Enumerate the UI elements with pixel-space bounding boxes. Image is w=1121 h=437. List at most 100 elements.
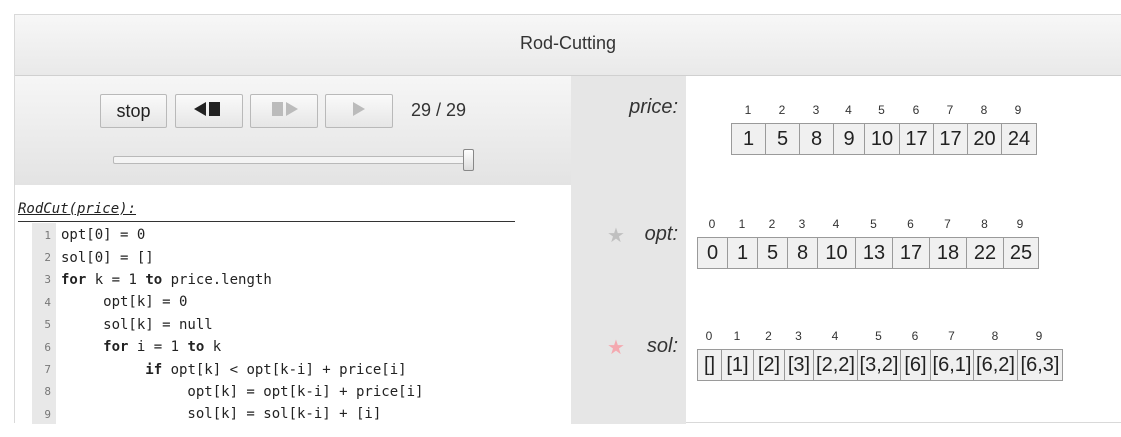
sol-cell: [1] — [722, 350, 754, 380]
opt-label: opt: — [644, 223, 678, 245]
price-index: 9 — [1014, 103, 1022, 117]
sol-cell: [2,2] — [814, 350, 858, 380]
page-title: Rod-Cutting — [519, 33, 617, 53]
line-number: 8 — [44, 385, 51, 399]
code-text: sol[k] = sol[k-i] + [i] — [61, 406, 382, 423]
sol-index: 3 — [795, 329, 802, 343]
sol-index: 7 — [948, 329, 955, 343]
opt-cell: 0 — [698, 238, 728, 268]
sol-cell: [6,2] — [974, 350, 1018, 380]
code-line: 5 sol[k] = null — [32, 314, 552, 336]
opt-cell: 18 — [930, 238, 967, 268]
line-number: 1 — [44, 228, 51, 242]
variable-label-sol: ★ sol: — [571, 315, 686, 424]
opt-index: 2 — [768, 217, 776, 231]
code-line: 8 opt[k] = opt[k-i] + price[i] — [32, 381, 552, 403]
sol-cell: [2] — [754, 350, 785, 380]
price-cells: 1 5 8 9 10 17 17 20 24 — [731, 123, 1037, 155]
sol-index: 0 — [705, 329, 713, 343]
title-bar: Rod-Cutting — [15, 15, 1121, 76]
sol-label: sol: — [646, 335, 678, 357]
opt-cell: 8 — [788, 238, 818, 268]
sol-cell: [3,2] — [858, 350, 901, 380]
signature-divider — [18, 221, 515, 222]
price-index: 7 — [946, 103, 954, 117]
sol-index: 5 — [875, 329, 882, 343]
code-text: sol[0] = [] — [61, 249, 154, 266]
line-number: 7 — [44, 363, 51, 377]
line-number: 2 — [44, 251, 51, 265]
price-index: 5 — [878, 103, 885, 117]
price-cell: 5 — [766, 124, 800, 154]
opt-index: 9 — [1016, 217, 1024, 231]
line-number: 4 — [44, 295, 51, 309]
variables-panel: price: 1 2 3 4 5 6 7 8 9 1 5 8 9 10 17 17 20 24 ★ opt: 01… — [571, 76, 1121, 424]
price-index: 4 — [845, 103, 852, 117]
opt-cell: 13 — [856, 238, 893, 268]
variable-label-opt: ★ opt: — [571, 203, 686, 315]
line-number: 5 — [44, 318, 51, 332]
sol-index: 1 — [733, 329, 741, 343]
opt-index: 3 — [798, 217, 806, 231]
line-number: 9 — [44, 407, 51, 421]
price-cell: 9 — [834, 124, 865, 154]
code-text: for k = 1 to price.length — [61, 271, 272, 288]
code-line: 1 opt[0] = 0 — [32, 224, 552, 246]
code-line: 3 for k = 1 to price.length — [32, 269, 552, 291]
variable-row-opt: ★ opt: 0 1 2 3 4 5 6 7 8 9 0 1 5 8 10 13 17 18 22 25 — [571, 203, 1121, 315]
opt-index: 6 — [907, 217, 914, 231]
code-text: opt[0] = 0 — [61, 227, 146, 244]
price-label: price: — [629, 96, 678, 118]
step-back-button[interactable] — [175, 94, 243, 128]
code-text: opt[k] = opt[k-i] + price[i] — [61, 383, 424, 400]
price-cell: 20 — [968, 124, 1002, 154]
slider-handle[interactable] — [463, 149, 474, 171]
price-cell: 17 — [900, 124, 934, 154]
code-text: sol[k] = null — [61, 316, 213, 333]
star-icon: ★ — [607, 225, 625, 247]
price-cell: 24 — [1007, 127, 1031, 150]
sol-index: 9 — [1035, 329, 1043, 343]
price-index: 3 — [812, 103, 820, 117]
sol-cell: [6] — [901, 350, 931, 380]
opt-index: 4 — [832, 217, 840, 231]
sol-cell: [3] — [785, 350, 814, 380]
code-text: for i = 1 to k — [103, 339, 222, 356]
playback-controls: stop 29 / 29 — [15, 76, 571, 185]
sol-cell: [] — [698, 350, 722, 380]
price-cell: 8 — [800, 124, 834, 154]
play-icon — [350, 101, 368, 122]
opt-index: 0 — [708, 217, 716, 231]
code-line: 4 opt[k] = 0 — [32, 291, 552, 313]
opt-cell: 1 — [728, 238, 758, 268]
variable-row-price: price: 1 2 3 4 5 6 7 8 9 1 5 8 9 10 17 17 20 24 — [571, 76, 1121, 203]
price-index: 8 — [980, 103, 988, 117]
stop-button[interactable]: stop — [100, 94, 167, 128]
sol-index: 4 — [831, 329, 839, 343]
price-cell: 10 — [865, 124, 900, 154]
opt-cell: 25 — [1009, 241, 1033, 264]
opt-cells: 0 1 5 8 10 13 17 18 22 25 — [697, 237, 1039, 269]
sol-index: 8 — [991, 329, 999, 343]
opt-index: 1 — [738, 217, 746, 231]
code-text: if opt[k] < opt[k-i] + price[i] — [145, 361, 407, 378]
opt-cell: 5 — [758, 238, 788, 268]
line-number: 6 — [44, 340, 51, 354]
sol-index: 2 — [765, 329, 772, 343]
progress-slider[interactable] — [113, 156, 473, 164]
opt-index: 5 — [870, 217, 877, 231]
sol-cells: [] [1] [2] [3] [2,2] [3,2] [6] [6,1] [6,2] [6,3] — [697, 349, 1063, 381]
price-index: 2 — [778, 103, 786, 117]
function-signature: RodCut(price): — [18, 201, 137, 217]
play-button[interactable] — [325, 94, 393, 128]
opt-cell: 17 — [893, 238, 930, 268]
code-panel: RodCut(price): 1 opt[0] = 0 2 sol[0] = [] 3 f… — [15, 185, 571, 424]
price-cell: 17 — [934, 124, 968, 154]
code-text: opt[k] = 0 — [61, 294, 188, 311]
code-line: 7 if opt[k] < opt[k-i] + price[i] — [32, 358, 552, 380]
variable-label-price: price: — [571, 76, 686, 203]
visualizer-frame: Rod-Cutting stop 29 / 29 RodCut(price): … — [14, 14, 1121, 424]
code-line: 6 for i = 1 to k — [32, 336, 552, 358]
step-forward-button[interactable] — [250, 94, 318, 128]
step-forward-icon — [267, 101, 301, 122]
